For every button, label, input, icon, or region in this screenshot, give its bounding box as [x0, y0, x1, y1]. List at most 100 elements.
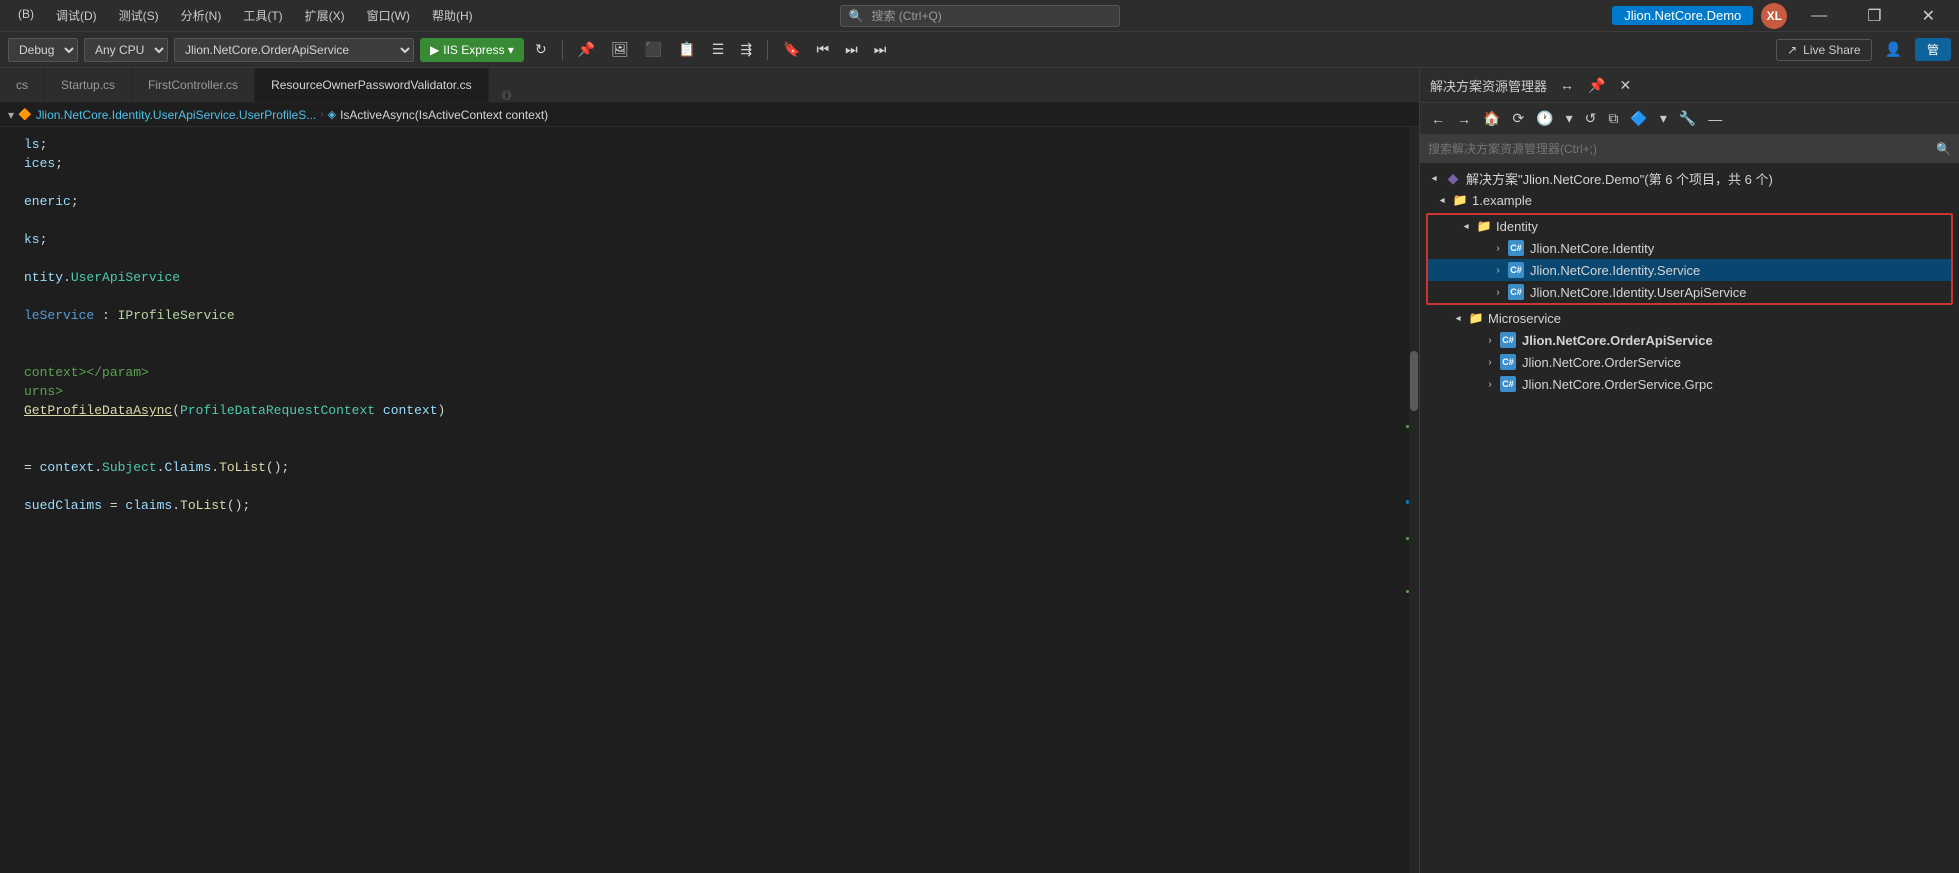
run-button[interactable]: ▶ IIS Express ▾ [420, 38, 524, 62]
menu-test[interactable]: 测试(S) [109, 3, 169, 28]
sol-home-icon[interactable]: 🏠 [1478, 108, 1505, 129]
title-center: 🔍 搜索 (Ctrl+Q) [840, 5, 1120, 27]
sol-settings-icon[interactable]: ▾ [1655, 108, 1672, 129]
code-line-19 [8, 477, 1397, 496]
platform-select[interactable]: Any CPU [84, 38, 168, 62]
global-search[interactable]: 🔍 搜索 (Ctrl+Q) [840, 5, 1120, 27]
tab-label-resourceowner: ResourceOwnerPasswordValidator.cs [271, 78, 472, 92]
chevron-ordersvc: › [1484, 357, 1496, 368]
sol-copy-icon[interactable]: ⧉ [1603, 108, 1623, 129]
cs-badge-3: C# [1508, 284, 1524, 300]
toolbar-icon-2[interactable]: ⬛ [640, 38, 667, 61]
main-layout: cs Startup.cs FirstController.cs Resourc… [0, 68, 1959, 873]
nav-icon-3[interactable]: ⏭ [869, 38, 892, 61]
code-line-10: leService : IProfileService [8, 306, 1397, 325]
breadcrumb-method[interactable]: IsActiveAsync(IsActiveContext context) [340, 108, 548, 122]
tree-orderservice[interactable]: › C# Jlion.NetCore.OrderService [1420, 351, 1959, 373]
sol-dash-icon[interactable]: — [1703, 109, 1727, 129]
code-line-1: ls; [8, 135, 1397, 154]
code-line-17 [8, 439, 1397, 458]
tab-resourceowner[interactable]: ResourceOwnerPasswordValidator.cs [255, 68, 489, 102]
sol-filter-icon[interactable]: 🔷 [1625, 108, 1652, 129]
screenshot-icon[interactable]: 🖼 [606, 38, 634, 61]
chevron-identity-proj: › [1492, 243, 1504, 254]
solution-toolbar: ← → 🏠 ⟳ 🕐 ▾ ↺ ⧉ 🔷 ▾ 🔧 — [1420, 103, 1959, 135]
code-editor[interactable]: ls; ices; eneric; ks; ntity.UserApiServi… [8, 127, 1397, 873]
sol-clock-icon[interactable]: 🕐 [1531, 108, 1558, 129]
sol-close-icon[interactable]: ✕ [1614, 75, 1636, 96]
tree-identity-userapiservice[interactable]: › C# Jlion.NetCore.Identity.UserApiServi… [1428, 281, 1951, 303]
avatar[interactable]: XL [1761, 3, 1787, 29]
code-line-6: ks; [8, 230, 1397, 249]
breadcrumb-dropdown[interactable]: ▾ [8, 108, 14, 122]
search-placeholder: 搜索 (Ctrl+Q) [871, 7, 941, 24]
tree-label-grpc: Jlion.NetCore.OrderService.Grpc [1522, 377, 1713, 392]
tree-identity-project[interactable]: › C# Jlion.NetCore.Identity [1428, 237, 1951, 259]
sol-back-icon[interactable]: ← [1426, 109, 1450, 129]
breadcrumb-icon-1: 🔶 [18, 108, 32, 121]
tab-startup[interactable]: Startup.cs [45, 68, 132, 102]
code-line-12 [8, 344, 1397, 363]
solution-label: 解决方案"Jlion.NetCore.Demo"(第 6 个项目，共 6 个) [1466, 169, 1773, 188]
minimize-button[interactable]: — [1795, 3, 1843, 29]
menu-debug[interactable]: 调试(D) [46, 3, 107, 28]
project-select[interactable]: Jlion.NetCore.OrderApiService [174, 38, 414, 62]
chevron-identity-svc: › [1492, 265, 1504, 276]
folder-icon-microservice: 📁 [1468, 310, 1484, 326]
tab-cs[interactable]: cs [0, 68, 45, 102]
maximize-button[interactable]: ❐ [1851, 2, 1897, 30]
tab-label-startup: Startup.cs [61, 78, 115, 92]
solution-title: 解决方案资源管理器 [1430, 76, 1547, 95]
tree-microservice-folder[interactable]: ▾ 📁 Microservice [1420, 307, 1959, 329]
menu-b[interactable]: (B) [8, 3, 44, 28]
chevron-microservice: ▾ [1453, 312, 1464, 324]
manage-button[interactable]: 管 [1915, 38, 1951, 61]
breadcrumb-namespace[interactable]: Jlion.NetCore.Identity.UserApiService.Us… [36, 108, 317, 122]
menu-help[interactable]: 帮助(H) [422, 3, 483, 28]
tree-identity-service[interactable]: › C# Jlion.NetCore.Identity.Service [1428, 259, 1951, 281]
live-share-button[interactable]: ↗ Live Share [1776, 39, 1871, 61]
sol-forward-icon[interactable]: → [1452, 109, 1476, 129]
sol-more-icon[interactable]: ▾ [1561, 108, 1578, 129]
tab-firstcontroller[interactable]: FirstController.cs [132, 68, 255, 102]
tree-solution-root[interactable]: ▾ ◆ 解决方案"Jlion.NetCore.Demo"(第 6 个项目，共 6… [1420, 167, 1959, 189]
sol-wrench-icon[interactable]: 🔧 [1674, 108, 1701, 129]
vertical-scrollbar[interactable] [1409, 127, 1419, 873]
sol-undo-icon[interactable]: ↺ [1580, 108, 1602, 129]
toolbar-icon-5[interactable]: ⇶ [735, 38, 757, 61]
account-icon[interactable]: 👤 [1880, 38, 1907, 61]
nav-icon-2[interactable]: ⏭ [840, 38, 863, 61]
tree-orderservice-grpc[interactable]: › C# Jlion.NetCore.OrderService.Grpc [1420, 373, 1959, 395]
bookmark-icon[interactable]: 🔖 [778, 38, 805, 61]
tab-scroll-arrows[interactable]: 《》 [489, 87, 525, 102]
code-markers [1397, 127, 1409, 873]
toolbar-icon-3[interactable]: 📋 [673, 38, 700, 61]
solution-search-input[interactable] [1428, 142, 1930, 156]
pin-icon[interactable]: 📌 [573, 38, 600, 61]
code-area: ls; ices; eneric; ks; ntity.UserApiServi… [0, 127, 1419, 873]
solution-search[interactable]: 🔍 [1420, 135, 1959, 163]
sol-pin-icon[interactable]: 📌 [1583, 75, 1610, 96]
debug-mode-select[interactable]: Debug [8, 38, 78, 62]
tree-orderapiservice[interactable]: › C# Jlion.NetCore.OrderApiService [1420, 329, 1959, 351]
menu-window[interactable]: 窗口(W) [357, 3, 420, 28]
sol-refresh-icon[interactable]: ⟳ [1507, 108, 1529, 129]
code-line-3 [8, 173, 1397, 192]
close-button[interactable]: ✕ [1906, 2, 1951, 30]
tree-label-identity-userapi: Jlion.NetCore.Identity.UserApiService [1530, 285, 1747, 300]
menu-extensions[interactable]: 扩展(X) [295, 3, 355, 28]
solution-search-icon: 🔍 [1936, 142, 1951, 156]
menu-analyze[interactable]: 分析(N) [171, 3, 232, 28]
nav-icon-1[interactable]: ⏮ [812, 38, 835, 61]
code-line-18: = context.Subject.Claims.ToList(); [8, 458, 1397, 477]
toolbar: Debug Any CPU Jlion.NetCore.OrderApiServ… [0, 32, 1959, 68]
menu-tools[interactable]: 工具(T) [233, 3, 292, 28]
tree-identity-folder[interactable]: ▾ 📁 Identity [1428, 215, 1951, 237]
breadcrumb-icon-2: ◈ [328, 108, 336, 121]
toolbar-icon-4[interactable]: ☰ [707, 38, 730, 61]
refresh-icon[interactable]: ↻ [530, 38, 552, 61]
sol-sync-icon[interactable]: ↔ [1555, 75, 1579, 96]
tree-label-identity-core: Jlion.NetCore.Identity [1530, 241, 1654, 256]
scrollbar-thumb[interactable] [1410, 351, 1418, 411]
tree-1example[interactable]: ▾ 📁 1.example [1420, 189, 1959, 211]
